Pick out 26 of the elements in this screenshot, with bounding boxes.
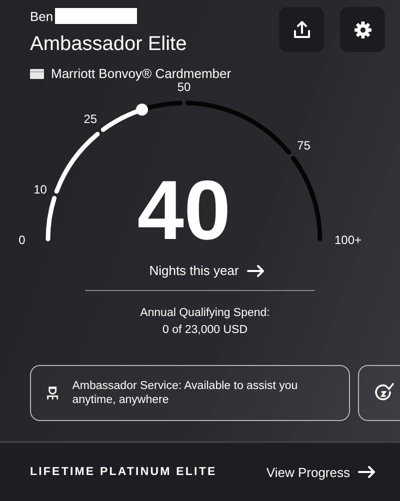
benefit-card[interactable]: Ambassador Service: Available to assist you anytime, anywhere — [30, 365, 350, 421]
settings-button[interactable] — [340, 7, 385, 52]
gauge-tick-label: 75 — [297, 138, 310, 152]
nights-link[interactable]: Nights this year — [149, 261, 265, 280]
gauge-tick-label: 50 — [177, 80, 191, 94]
cardmember-label: Marriott Bonvoy® Cardmember — [51, 66, 232, 81]
credit-card-icon — [30, 68, 44, 78]
gauge-tick-label: 0 — [18, 233, 26, 247]
share-icon — [292, 20, 312, 40]
gauge-tick-label: 100+ — [334, 233, 362, 247]
member-first-name: Ben — [30, 8, 54, 24]
spend-value: 0 of 23,000 USD — [161, 323, 249, 338]
arrow-right-icon — [358, 466, 376, 478]
gauge-tick-label: 25 — [84, 112, 98, 126]
nights-count: 40 — [137, 163, 231, 257]
lifetime-status: LIFETIME PLATINUM ELITE — [30, 466, 217, 478]
tier-title: Ambassador Elite — [30, 33, 188, 56]
benefit-text: Ambassador Service: Available to assist you anytime, anywhere — [72, 379, 299, 407]
arrow-right-icon — [246, 264, 265, 276]
view-progress-link[interactable]: View Progress — [266, 462, 376, 482]
settings-icon — [352, 20, 372, 40]
clock-check-icon — [375, 383, 395, 403]
spend-label: Annual Qualifying Spend: — [139, 306, 271, 321]
benefit-card[interactable] — [358, 365, 400, 421]
gauge-tick-label: 10 — [34, 182, 47, 197]
share-button[interactable] — [279, 7, 324, 52]
